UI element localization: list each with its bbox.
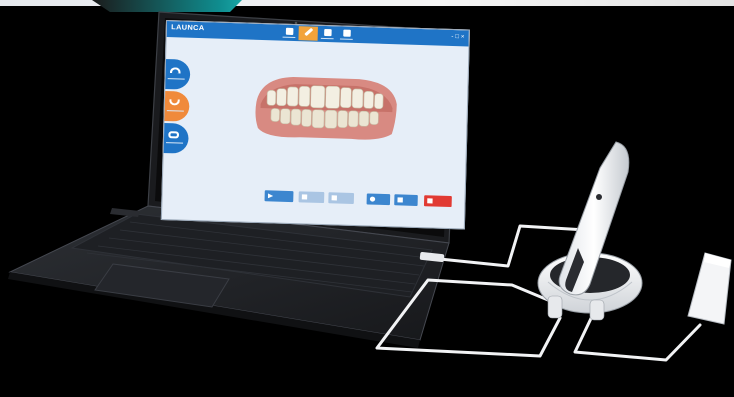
play-button[interactable] (264, 190, 294, 203)
3d-teeth-model (255, 77, 397, 140)
model-icon (323, 28, 332, 37)
lower-jaw-button[interactable] (160, 90, 190, 122)
tab-underline (339, 38, 353, 40)
upper-jaw-icon (169, 67, 181, 74)
label-line (166, 110, 184, 112)
delete-button[interactable] (423, 195, 452, 208)
upper-jaw-button[interactable] (160, 58, 191, 90)
tab-export[interactable] (337, 27, 356, 42)
pause-button[interactable] (298, 191, 325, 204)
stop-button[interactable] (328, 192, 355, 205)
save-button[interactable] (394, 194, 418, 207)
tab-underline (320, 37, 334, 40)
tab-scan[interactable] (279, 26, 298, 41)
tab-edit[interactable] (298, 26, 318, 41)
export-icon (342, 29, 351, 37)
pause-icon (301, 194, 308, 200)
reset-button[interactable] (366, 193, 391, 206)
window-controls[interactable]: - □ × (451, 34, 464, 40)
stop-icon (331, 195, 337, 201)
reset-icon (369, 196, 376, 202)
label-line (167, 78, 185, 80)
label-line (166, 142, 184, 144)
dental-software-window: LAUNCA - □ × (160, 20, 470, 230)
power-adapter (687, 252, 732, 325)
app-logo: LAUNCA (171, 24, 205, 33)
delete-icon (427, 198, 433, 204)
lower-jaw-icon (169, 99, 180, 106)
tab-underline (282, 36, 296, 39)
play-icon (268, 193, 273, 198)
edit-icon (303, 27, 313, 37)
scan-icon (285, 27, 293, 35)
tab-model[interactable] (318, 27, 337, 42)
bite-icon (168, 131, 180, 139)
bite-button[interactable] (160, 122, 189, 154)
save-icon (397, 197, 403, 203)
product-scene: LAUNCA - □ × (0, 0, 734, 397)
